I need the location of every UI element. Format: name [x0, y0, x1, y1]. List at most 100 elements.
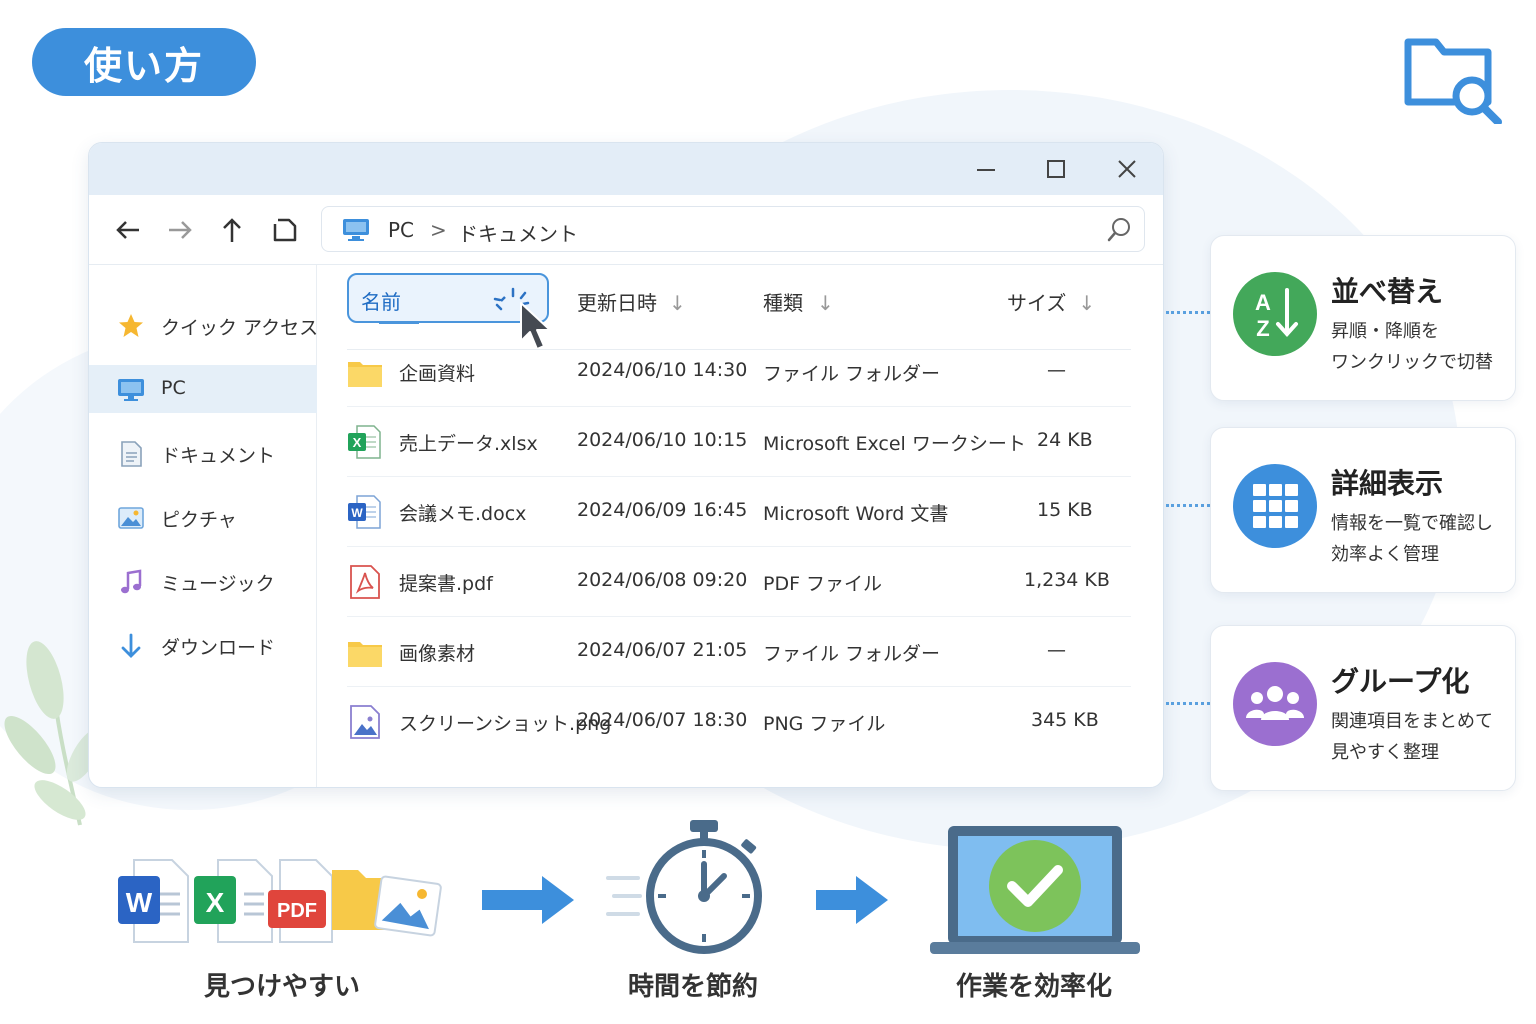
breadcrumb-documents[interactable]: ドキュメント [458, 218, 578, 247]
column-header-label: 名前 [361, 290, 401, 314]
feature-description-line: 効率よく管理 [1331, 544, 1439, 565]
column-header-underline [379, 321, 419, 324]
feature-description: 昇順・降順を ワンクリックで切替 [1331, 316, 1493, 378]
grid-icon [1253, 484, 1298, 528]
stopwatch-icon [606, 820, 762, 954]
excel-badge: X [353, 435, 362, 450]
folder-search-icon [1404, 38, 1502, 124]
column-header-modified[interactable]: 更新日時 ↓ [577, 287, 686, 316]
page-title: 使い方 [32, 28, 256, 96]
breadcrumb-separator: > [430, 218, 447, 242]
file-date: 2024/06/09 16:45 [577, 499, 748, 521]
sidebar-item-downloads[interactable]: ダウンロード [89, 621, 317, 669]
maximize-icon[interactable] [1044, 157, 1068, 181]
sidebar-item-label: ミュージック [161, 573, 275, 595]
file-row[interactable]: W 会議メモ.docx 2024/06/09 16:45 Microsoft W… [317, 477, 1163, 547]
connector-line [1166, 311, 1210, 314]
file-size: — [1047, 639, 1066, 661]
file-row[interactable]: X 売上データ.xlsx 2024/06/10 10:15 Microsoft … [317, 407, 1163, 477]
file-type: ファイル フォルダー [763, 643, 941, 665]
navigation-pane: クイック アクセス PC ドキュメント ピクチャ ミュージック ダウンロード [89, 265, 319, 787]
search-icon[interactable] [1106, 217, 1132, 243]
file-size: — [1047, 359, 1066, 381]
refresh-icon[interactable] [269, 215, 299, 245]
sidebar-item-label: クイック アクセス [161, 317, 319, 339]
file-row[interactable]: 企画資料 2024/06/10 14:30 ファイル フォルダー — [317, 337, 1163, 407]
feature-icon-circle [1233, 662, 1317, 746]
feature-title: 並べ替え [1331, 275, 1444, 308]
file-size: 1,234 KB [1024, 569, 1110, 591]
group-icon [1246, 686, 1304, 720]
folder-icon [348, 642, 382, 667]
feature-description-line: ワンクリックで切替 [1331, 352, 1493, 373]
feature-title: グループ化 [1331, 665, 1470, 698]
sidebar-item-pc[interactable]: PC [89, 365, 317, 413]
file-type: Microsoft Excel ワークシート [763, 433, 1026, 455]
column-header-size[interactable]: サイズ ↓ [1007, 287, 1095, 316]
file-date: 2024/06/07 21:05 [577, 639, 748, 661]
flow-label-save-time: 時間を節約 [628, 972, 759, 1002]
flow-label-find: 見つけやすい [204, 972, 361, 1002]
file-types-icon: W X PDF [118, 859, 442, 943]
sidebar-item-label: ダウンロード [161, 637, 276, 659]
monitor-icon [118, 379, 144, 401]
file-row[interactable]: 画像素材 2024/06/07 21:05 ファイル フォルダー — [317, 617, 1163, 687]
folder-image-icon [332, 870, 442, 937]
connector-line [1166, 702, 1210, 705]
folder-icon [348, 362, 382, 387]
excel-file-icon: X [194, 859, 273, 943]
file-explorer-window: PC > ドキュメント クイック アクセス PC ドキュメント ピクチャ ミュー… [88, 142, 1164, 788]
sidebar-item-music[interactable]: ミュージック [89, 557, 317, 605]
file-date: 2024/06/08 09:20 [577, 569, 748, 591]
sort-down-icon: ↓ [669, 291, 686, 315]
breadcrumb-pc[interactable]: PC [388, 218, 414, 242]
file-name: 売上データ.xlsx [399, 433, 538, 455]
connector-line [1166, 504, 1210, 507]
excel-icon: X [348, 425, 381, 459]
file-date: 2024/06/07 18:30 [577, 709, 748, 731]
file-name: 会議メモ.docx [399, 503, 527, 525]
feature-icon-circle [1233, 464, 1317, 548]
file-size: 345 KB [1031, 709, 1099, 731]
sidebar-item-label: ドキュメント [161, 445, 276, 467]
svg-text:Z: Z [1256, 316, 1269, 341]
address-bar[interactable]: PC > ドキュメント [321, 206, 1145, 252]
pdf-file-icon: PDF [268, 859, 333, 943]
sidebar-item-label: PC [161, 377, 186, 399]
word-file-icon: W [118, 859, 189, 943]
laptop-check-icon [930, 826, 1140, 954]
feature-description: 情報を一覧で確認し 効率よく管理 [1331, 508, 1493, 570]
minimize-icon[interactable] [974, 157, 998, 181]
up-arrow-icon[interactable] [217, 215, 247, 245]
sidebar-item-pictures[interactable]: ピクチャ [89, 493, 317, 541]
file-row[interactable]: スクリーンショット.png 2024/06/07 18:30 PNG ファイル … [317, 687, 1163, 757]
music-icon [121, 569, 142, 594]
feature-description-line: 関連項目をまとめて [1331, 711, 1493, 732]
flow-label-efficiency: 作業を効率化 [956, 972, 1113, 1002]
sidebar-item-documents[interactable]: ドキュメント [89, 429, 317, 477]
sort-az-icon: A Z [1255, 288, 1298, 341]
back-arrow-icon[interactable] [113, 215, 143, 245]
file-row[interactable]: 提案書.pdf 2024/06/08 09:20 PDF ファイル 1,234 … [317, 547, 1163, 617]
sidebar-item-quick-access[interactable]: クイック アクセス [89, 301, 319, 349]
file-type: PNG ファイル [763, 713, 886, 735]
feature-card-group: グループ化 関連項目をまとめて 見やすく整理 [1210, 625, 1516, 791]
arrow-right-icon [482, 876, 574, 924]
word-icon: W [348, 495, 381, 529]
word-badge: W [126, 887, 153, 918]
file-type: ファイル フォルダー [763, 363, 941, 385]
column-header-label: サイズ [1007, 291, 1067, 315]
file-size: 24 KB [1037, 429, 1093, 451]
pdf-icon [350, 565, 380, 599]
file-size: 15 KB [1037, 499, 1093, 521]
document-icon [121, 441, 142, 467]
file-type: Microsoft Word 文書 [763, 503, 949, 525]
file-name: 提案書.pdf [399, 573, 493, 595]
svg-text:A: A [1255, 290, 1271, 315]
close-icon[interactable] [1115, 157, 1139, 181]
column-header-type[interactable]: 種類 ↓ [763, 287, 834, 316]
image-icon [350, 705, 380, 739]
forward-arrow-icon[interactable] [165, 215, 195, 245]
download-icon [121, 633, 141, 658]
sort-down-icon: ↓ [1078, 291, 1096, 315]
